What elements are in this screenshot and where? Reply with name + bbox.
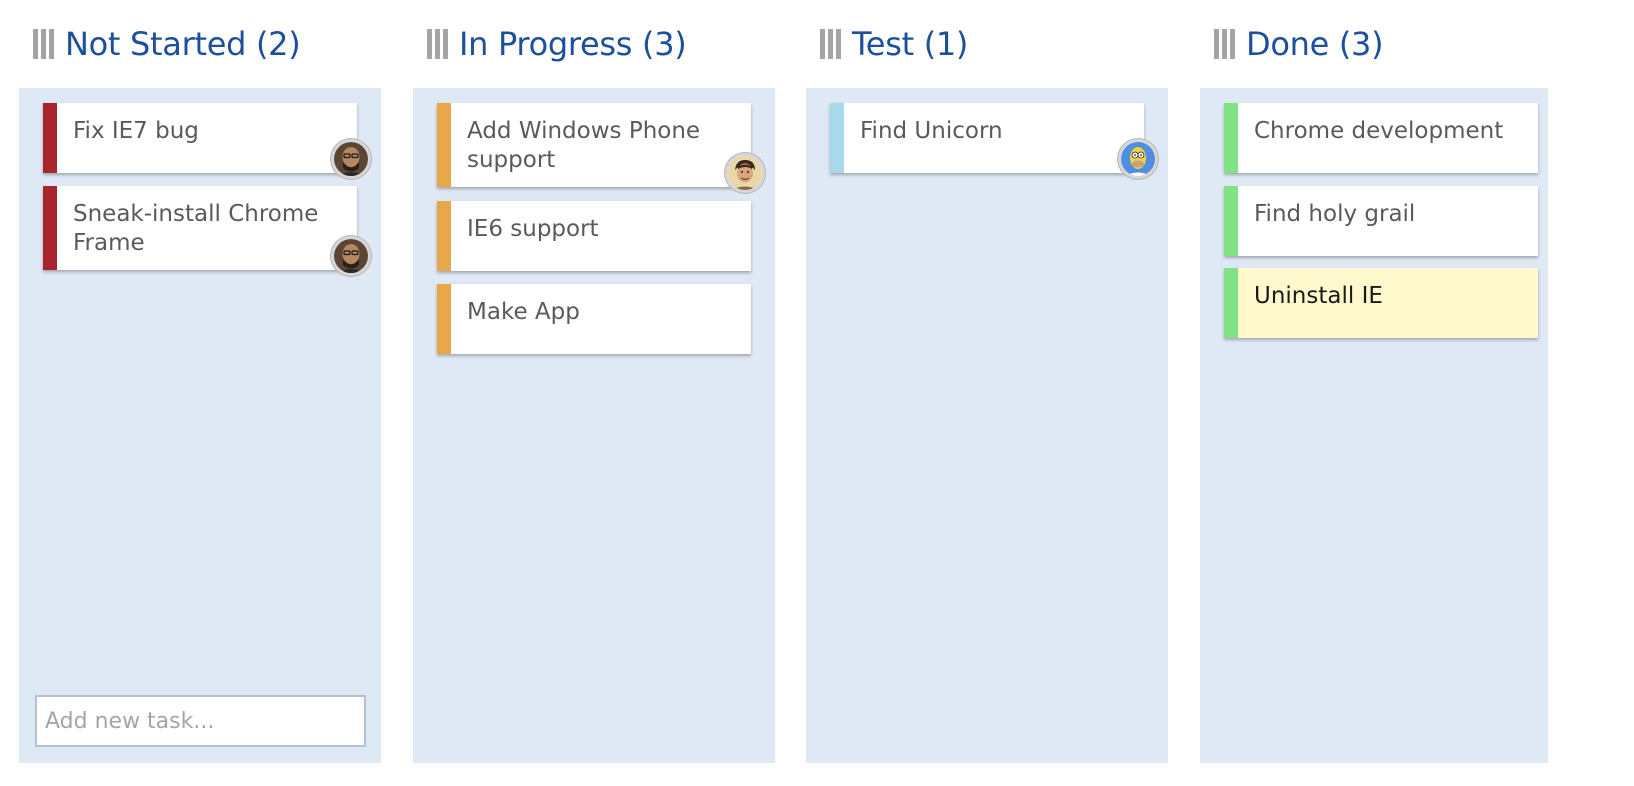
drag-handle-icon[interactable]: [33, 29, 54, 59]
card-title: Fix IE7 bug: [73, 118, 199, 144]
column-header: Done (3): [1214, 24, 1384, 64]
task-card[interactable]: Find Unicorn: [830, 103, 1158, 179]
young-man-avatar-icon[interactable]: [725, 153, 765, 193]
card-title: Find Unicorn: [860, 118, 1003, 144]
column-title: Test (1): [852, 25, 969, 63]
status-stripe: [43, 186, 57, 270]
task-card[interactable]: IE6 support: [437, 201, 751, 271]
status-stripe: [437, 103, 451, 187]
status-stripe: [1224, 103, 1238, 173]
bald-man-avatar-icon[interactable]: [331, 236, 371, 276]
status-stripe: [43, 103, 57, 173]
card-title: Add Windows Phone support: [467, 118, 701, 173]
task-card[interactable]: Fix IE7 bug: [43, 103, 371, 179]
add-task-input[interactable]: [35, 695, 366, 747]
drag-handle-icon[interactable]: [427, 29, 448, 59]
task-card[interactable]: Find holy grail: [1224, 186, 1538, 256]
cartoon-avatar-icon[interactable]: [1118, 139, 1158, 179]
card-title: Make App: [467, 299, 580, 325]
bald-man-avatar-icon[interactable]: [331, 139, 371, 179]
drag-handle-icon[interactable]: [820, 29, 841, 59]
column-body: Fix IE7 bug Sneak-install Chrome Frame: [19, 88, 381, 763]
column-body: Chrome development Find holy grail Unins…: [1200, 88, 1548, 763]
drag-handle-icon[interactable]: [1214, 29, 1235, 59]
status-stripe: [437, 201, 451, 271]
kanban-board: Not Started (2) Fix IE7 bug Sneak-instal…: [0, 0, 1634, 786]
status-stripe: [437, 284, 451, 354]
card-title: Uninstall IE: [1254, 283, 1383, 309]
column-title: Done (3): [1246, 25, 1384, 63]
column-body: Add Windows Phone support IE6 support Ma…: [413, 88, 775, 763]
column-title: In Progress (3): [459, 25, 687, 63]
task-card[interactable]: Chrome development: [1224, 103, 1538, 173]
card-title: Find holy grail: [1254, 201, 1416, 227]
column-body: Find Unicorn: [806, 88, 1168, 763]
status-stripe: [1224, 186, 1238, 256]
status-stripe: [1224, 268, 1238, 338]
card-title: IE6 support: [467, 216, 599, 242]
task-card[interactable]: Make App: [437, 284, 751, 354]
column-header: Not Started (2): [33, 24, 301, 64]
card-title: Sneak-install Chrome Frame: [73, 201, 319, 256]
column-header: Test (1): [820, 24, 968, 64]
status-stripe: [830, 103, 844, 173]
column-title: Not Started (2): [65, 25, 301, 63]
task-card[interactable]: Uninstall IE: [1224, 268, 1538, 338]
card-title: Chrome development: [1254, 118, 1504, 144]
task-card[interactable]: Add Windows Phone support: [437, 103, 765, 193]
column-header: In Progress (3): [427, 24, 687, 64]
task-card[interactable]: Sneak-install Chrome Frame: [43, 186, 371, 276]
